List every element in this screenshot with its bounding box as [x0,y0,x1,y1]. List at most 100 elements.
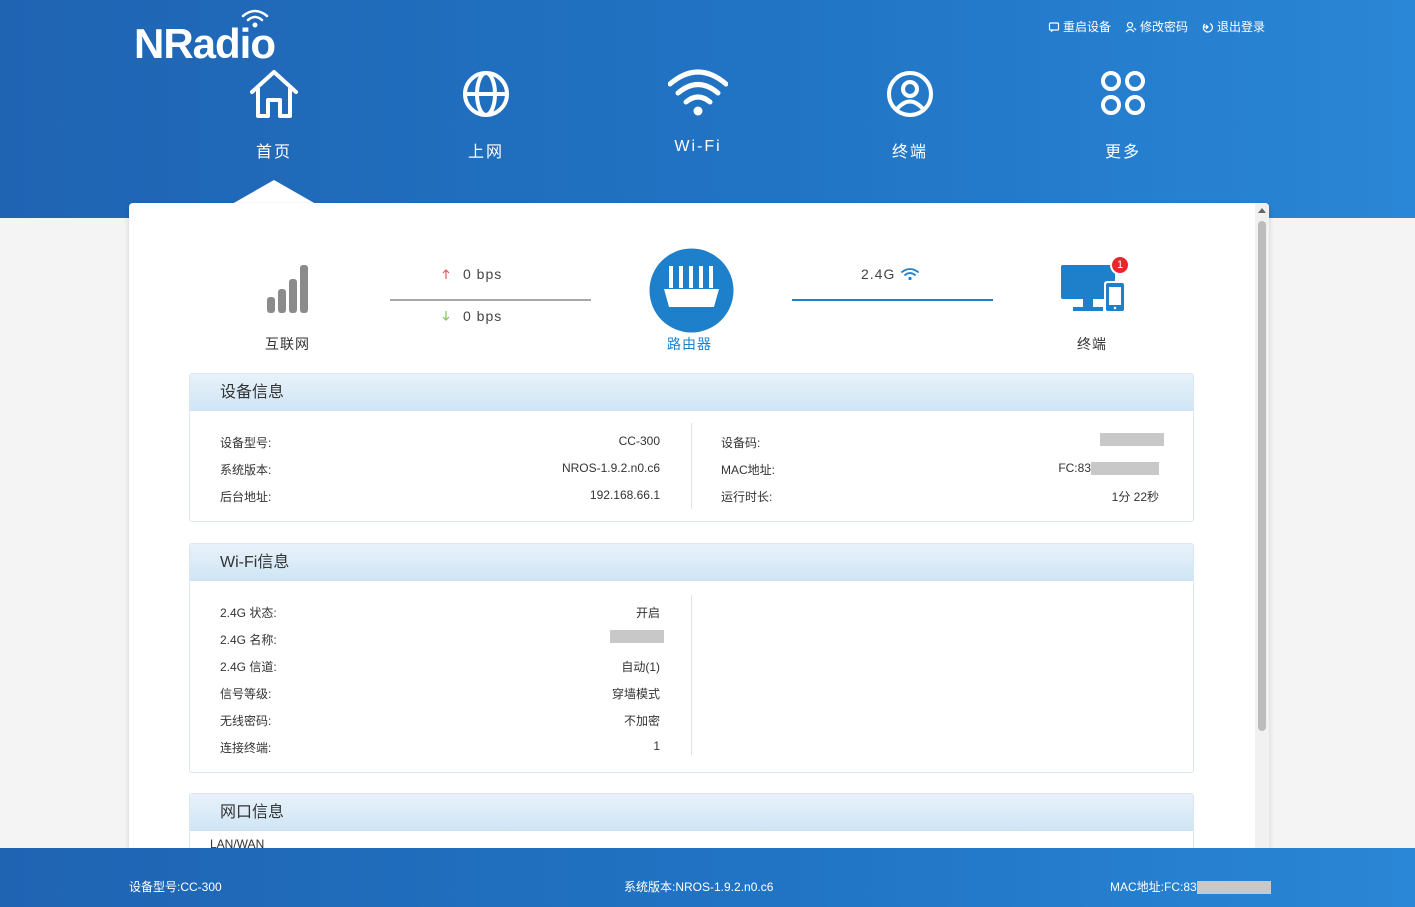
redacted-mask [1100,433,1164,447]
nav-wifi[interactable]: Wi-Fi [638,60,758,156]
info-row: 运行时长: 1分 22秒 [721,481,1164,508]
uptime-label: 运行时长: [721,490,773,504]
internet-label: 互联网 [265,336,310,352]
nav-internet[interactable]: 上网 [426,60,546,162]
info-row: MAC地址: FC:83 [721,454,1164,481]
wifi-password-label: 无线密码: [220,714,272,728]
info-row: 设备码: [721,427,1164,454]
mac-value-wrap: FC:83 [1058,461,1159,476]
main-nav: 首页 上网 Wi-Fi 终端 更多 [0,60,1415,170]
reboot-button[interactable]: 重启设备 [1048,18,1111,35]
terminal-count-badge: 1 [1110,255,1130,275]
scroll-up-arrow[interactable] [1258,208,1266,213]
footer-mac: MAC地址:FC:83 [1110,878,1271,895]
column-divider [691,423,692,509]
user-key-icon [1125,21,1137,32]
wifi-info-panel: Wi-Fi信息 2.4G 状态: 开启 2.4G 名称: 2.4G 信道: 自动(1… [189,543,1194,773]
reboot-label: 重启设备 [1063,20,1112,34]
network-topology: 互联网 0 bps 0 bps 路由器 2.4G 1 终端 [129,203,1255,368]
nav-home-label: 首页 [255,144,292,161]
wifi-info-left: 2.4G 状态: 开启 2.4G 名称: 2.4G 信道: 自动(1) 信号等级: 穿… [220,597,664,759]
info-row: 后台地址: 192.168.66.1 [220,481,660,508]
change-password-label: 修改密码 [1140,20,1189,34]
info-row: 系统版本: NROS-1.9.2.n0.c6 [220,454,660,481]
uptime-value: 1分 22秒 [1111,490,1159,504]
wifi-channel-label: 2.4G 信道: [220,660,277,674]
version-label: 系统版本: [220,463,272,477]
admin-value: 192.168.66.1 [589,488,660,502]
header: NRadio 重启设备 修改密码 退出登录 首页 上网 Wi-Fi 终端 更多 [0,0,1415,218]
nav-terminal-label: 终端 [891,144,928,161]
logo: NRadio [134,8,294,67]
wifi-password-value: 不加密 [623,714,660,728]
admin-label: 后台地址: [220,490,272,504]
info-row: 信号等级: 穿墙模式 [220,678,660,705]
info-row: 设备型号: CC-300 [220,427,660,454]
info-row: 连接终端: 1 [220,732,660,759]
mac-label: MAC地址: [721,463,776,477]
router-label: 路由器 [667,336,712,352]
change-password-button[interactable]: 修改密码 [1125,18,1188,35]
info-row: 2.4G 信道: 自动(1) [220,651,660,678]
wifi-small-icon [901,268,920,281]
upload-arrow-icon [442,269,450,279]
wifi-band-value: 2.4G [861,266,896,282]
logout-button[interactable]: 退出登录 [1202,18,1265,35]
more-grid-icon [1101,71,1145,115]
router-icon[interactable] [648,247,735,334]
internet-link-line [390,299,591,301]
signal-level-label: 信号等级: [220,687,272,701]
wifi-icon [668,69,728,116]
clients-label: 连接终端: [220,741,272,755]
wifi-channel-value: 自动(1) [621,660,660,674]
nav-internet-label: 上网 [467,144,504,161]
nav-more[interactable]: 更多 [1063,60,1183,162]
terminal-label: 终端 [1077,336,1107,352]
footer-mac-value: MAC地址:FC:83 [1110,880,1197,894]
wifi-status-label: 2.4G 状态: [220,606,277,620]
redacted-mask [1091,462,1159,476]
reboot-icon [1048,21,1060,32]
wifi-band: 2.4G [861,266,920,282]
clients-value: 1 [653,739,660,753]
device-info-right: 设备码: MAC地址: FC:83 运行时长: 1分 22秒 [721,427,1164,508]
version-value: NROS-1.9.2.n0.c6 [561,461,660,475]
footer-version: 系统版本:NROS-1.9.2.n0.c6 [624,880,774,894]
column-divider [691,595,692,755]
port-info-title: 网口信息 [190,794,1193,831]
main-card: 互联网 0 bps 0 bps 路由器 2.4G 1 终端 设备信息 设备型号:… [129,203,1269,861]
scroll-thumb[interactable] [1258,221,1266,731]
model-value: CC-300 [618,434,660,448]
model-label: 设备型号: [220,436,272,450]
wifi-link-line [792,299,993,301]
nav-more-label: 更多 [1104,144,1141,161]
download-speed: 0 bps [441,308,502,324]
nav-home[interactable]: 首页 [214,60,334,162]
wifi-info-title: Wi-Fi信息 [190,544,1193,581]
signal-level-value: 穿墙模式 [611,687,660,701]
device-code-label: 设备码: [721,436,761,450]
redacted-mask [1196,881,1271,895]
device-info-title: 设备信息 [190,374,1193,411]
nav-terminal[interactable]: 终端 [850,60,970,162]
wifi-name-label: 2.4G 名称: [220,633,277,647]
info-row: 2.4G 状态: 开启 [220,597,660,624]
device-code-value [1100,432,1164,447]
redacted-mask [610,630,664,644]
scrollbar[interactable] [1255,203,1269,861]
upload-speed-value: 0 bps [463,266,503,282]
wifi-name-value [610,629,664,644]
info-row: 无线密码: 不加密 [220,705,660,732]
logo-wifi-icon [241,9,269,28]
info-row: 2.4G 名称: [220,624,664,651]
footer-model: 设备型号:CC-300 [129,880,222,894]
device-info-panel: 设备信息 设备型号: CC-300 系统版本: NROS-1.9.2.n0.c6 后… [189,373,1194,522]
signal-bars-icon [267,265,308,313]
download-arrow-icon [442,311,450,321]
upload-speed: 0 bps [441,266,502,282]
wifi-status-value: 开启 [635,606,660,620]
logout-icon [1202,22,1213,33]
globe-icon [463,71,509,117]
home-icon [250,70,298,118]
logout-label: 退出登录 [1217,20,1266,34]
